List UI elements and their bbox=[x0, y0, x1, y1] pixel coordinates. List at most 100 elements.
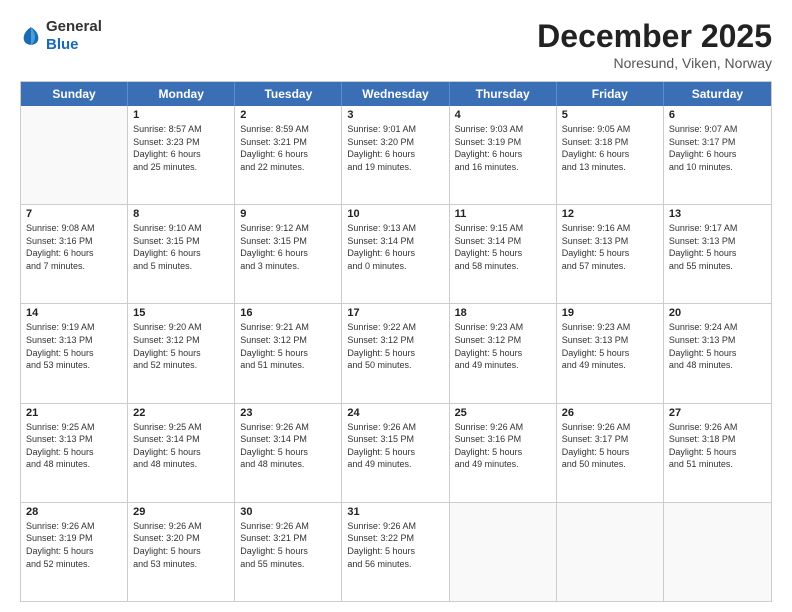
sunrise-text: Sunrise: 9:16 AM bbox=[562, 222, 658, 235]
calendar-cell: 29Sunrise: 9:26 AMSunset: 3:20 PMDayligh… bbox=[128, 503, 235, 601]
calendar-cell: 17Sunrise: 9:22 AMSunset: 3:12 PMDayligh… bbox=[342, 304, 449, 402]
sunrise-text: Sunrise: 9:17 AM bbox=[669, 222, 766, 235]
daylight-text-1: Daylight: 6 hours bbox=[347, 247, 443, 260]
calendar-cell: 25Sunrise: 9:26 AMSunset: 3:16 PMDayligh… bbox=[450, 404, 557, 502]
day-number: 12 bbox=[562, 208, 658, 220]
sunrise-text: Sunrise: 9:07 AM bbox=[669, 123, 766, 136]
weekday-header: Saturday bbox=[664, 82, 771, 106]
calendar-cell: 3Sunrise: 9:01 AMSunset: 3:20 PMDaylight… bbox=[342, 106, 449, 204]
daylight-text-2: and 5 minutes. bbox=[133, 260, 229, 273]
day-number: 22 bbox=[133, 407, 229, 419]
day-number: 11 bbox=[455, 208, 551, 220]
calendar-cell: 8Sunrise: 9:10 AMSunset: 3:15 PMDaylight… bbox=[128, 205, 235, 303]
daylight-text-2: and 50 minutes. bbox=[562, 458, 658, 471]
sunset-text: Sunset: 3:17 PM bbox=[669, 136, 766, 149]
sunset-text: Sunset: 3:19 PM bbox=[26, 532, 122, 545]
weekday-header: Tuesday bbox=[235, 82, 342, 106]
calendar-row: 7Sunrise: 9:08 AMSunset: 3:16 PMDaylight… bbox=[21, 204, 771, 303]
calendar-cell: 24Sunrise: 9:26 AMSunset: 3:15 PMDayligh… bbox=[342, 404, 449, 502]
month-title: December 2025 bbox=[537, 18, 772, 55]
sunrise-text: Sunrise: 9:12 AM bbox=[240, 222, 336, 235]
daylight-text-2: and 48 minutes. bbox=[240, 458, 336, 471]
calendar-cell: 1Sunrise: 8:57 AMSunset: 3:23 PMDaylight… bbox=[128, 106, 235, 204]
sunset-text: Sunset: 3:14 PM bbox=[133, 433, 229, 446]
calendar-row: 1Sunrise: 8:57 AMSunset: 3:23 PMDaylight… bbox=[21, 106, 771, 204]
daylight-text-2: and 7 minutes. bbox=[26, 260, 122, 273]
daylight-text-1: Daylight: 5 hours bbox=[26, 545, 122, 558]
daylight-text-1: Daylight: 5 hours bbox=[669, 247, 766, 260]
day-number: 23 bbox=[240, 407, 336, 419]
daylight-text-2: and 55 minutes. bbox=[669, 260, 766, 273]
logo-text: General Blue bbox=[46, 18, 102, 54]
day-number: 3 bbox=[347, 109, 443, 121]
daylight-text-2: and 10 minutes. bbox=[669, 161, 766, 174]
daylight-text-1: Daylight: 6 hours bbox=[347, 148, 443, 161]
sunset-text: Sunset: 3:14 PM bbox=[240, 433, 336, 446]
daylight-text-2: and 16 minutes. bbox=[455, 161, 551, 174]
weekday-header: Sunday bbox=[21, 82, 128, 106]
day-number: 5 bbox=[562, 109, 658, 121]
sunrise-text: Sunrise: 9:24 AM bbox=[669, 321, 766, 334]
sunrise-text: Sunrise: 9:25 AM bbox=[26, 421, 122, 434]
sunset-text: Sunset: 3:14 PM bbox=[455, 235, 551, 248]
weekday-header: Wednesday bbox=[342, 82, 449, 106]
daylight-text-2: and 49 minutes. bbox=[347, 458, 443, 471]
day-number: 21 bbox=[26, 407, 122, 419]
calendar-cell: 31Sunrise: 9:26 AMSunset: 3:22 PMDayligh… bbox=[342, 503, 449, 601]
day-number: 1 bbox=[133, 109, 229, 121]
sunset-text: Sunset: 3:18 PM bbox=[562, 136, 658, 149]
sunrise-text: Sunrise: 9:08 AM bbox=[26, 222, 122, 235]
calendar-cell: 20Sunrise: 9:24 AMSunset: 3:13 PMDayligh… bbox=[664, 304, 771, 402]
sunset-text: Sunset: 3:20 PM bbox=[133, 532, 229, 545]
daylight-text-2: and 19 minutes. bbox=[347, 161, 443, 174]
calendar-cell: 23Sunrise: 9:26 AMSunset: 3:14 PMDayligh… bbox=[235, 404, 342, 502]
daylight-text-1: Daylight: 5 hours bbox=[347, 446, 443, 459]
daylight-text-2: and 49 minutes. bbox=[455, 359, 551, 372]
calendar-cell: 14Sunrise: 9:19 AMSunset: 3:13 PMDayligh… bbox=[21, 304, 128, 402]
day-number: 25 bbox=[455, 407, 551, 419]
calendar-cell: 22Sunrise: 9:25 AMSunset: 3:14 PMDayligh… bbox=[128, 404, 235, 502]
calendar-cell: 2Sunrise: 8:59 AMSunset: 3:21 PMDaylight… bbox=[235, 106, 342, 204]
daylight-text-1: Daylight: 5 hours bbox=[347, 545, 443, 558]
sunset-text: Sunset: 3:18 PM bbox=[669, 433, 766, 446]
calendar-cell bbox=[664, 503, 771, 601]
calendar: SundayMondayTuesdayWednesdayThursdayFrid… bbox=[20, 81, 772, 602]
daylight-text-1: Daylight: 5 hours bbox=[240, 545, 336, 558]
calendar-cell: 21 Sunrise: 9:25 AMSunset: 3:13 PMDayligh… bbox=[21, 404, 128, 502]
sunset-text: Sunset: 3:21 PM bbox=[240, 532, 336, 545]
calendar-header: SundayMondayTuesdayWednesdayThursdayFrid… bbox=[21, 82, 771, 106]
daylight-text-1: Daylight: 5 hours bbox=[455, 446, 551, 459]
calendar-cell: 9Sunrise: 9:12 AMSunset: 3:15 PMDaylight… bbox=[235, 205, 342, 303]
sunset-text: Sunset: 3:16 PM bbox=[26, 235, 122, 248]
daylight-text-1: Daylight: 6 hours bbox=[669, 148, 766, 161]
calendar-cell: 5Sunrise: 9:05 AMSunset: 3:18 PMDaylight… bbox=[557, 106, 664, 204]
daylight-text-1: Daylight: 6 hours bbox=[133, 148, 229, 161]
calendar-cell: 12Sunrise: 9:16 AMSunset: 3:13 PMDayligh… bbox=[557, 205, 664, 303]
sunset-text: Sunset: 3:13 PM bbox=[26, 433, 122, 446]
daylight-text-2: and 51 minutes. bbox=[669, 458, 766, 471]
day-number: 29 bbox=[133, 506, 229, 518]
daylight-text-1: Daylight: 5 hours bbox=[240, 347, 336, 360]
calendar-cell: 15Sunrise: 9:20 AMSunset: 3:12 PMDayligh… bbox=[128, 304, 235, 402]
sunset-text: Sunset: 3:17 PM bbox=[562, 433, 658, 446]
sunset-text: Sunset: 3:12 PM bbox=[240, 334, 336, 347]
sunrise-text: Sunrise: 9:26 AM bbox=[347, 520, 443, 533]
calendar-cell: 27Sunrise: 9:26 AMSunset: 3:18 PMDayligh… bbox=[664, 404, 771, 502]
day-number: 28 bbox=[26, 506, 122, 518]
calendar-page: General Blue December 2025 Noresund, Vik… bbox=[0, 0, 792, 612]
daylight-text-1: Daylight: 5 hours bbox=[669, 446, 766, 459]
sunrise-text: Sunrise: 9:10 AM bbox=[133, 222, 229, 235]
sunset-text: Sunset: 3:14 PM bbox=[347, 235, 443, 248]
sunset-text: Sunset: 3:12 PM bbox=[455, 334, 551, 347]
sunrise-text: Sunrise: 9:21 AM bbox=[240, 321, 336, 334]
daylight-text-1: Daylight: 5 hours bbox=[26, 446, 122, 459]
sunset-text: Sunset: 3:23 PM bbox=[133, 136, 229, 149]
sunrise-text: Sunrise: 9:26 AM bbox=[240, 421, 336, 434]
daylight-text-2: and 51 minutes. bbox=[240, 359, 336, 372]
weekday-header: Monday bbox=[128, 82, 235, 106]
day-number: 14 bbox=[26, 307, 122, 319]
daylight-text-2: and 48 minutes. bbox=[133, 458, 229, 471]
sunrise-text: Sunrise: 9:15 AM bbox=[455, 222, 551, 235]
daylight-text-2: and 48 minutes. bbox=[669, 359, 766, 372]
daylight-text-1: Daylight: 5 hours bbox=[133, 446, 229, 459]
